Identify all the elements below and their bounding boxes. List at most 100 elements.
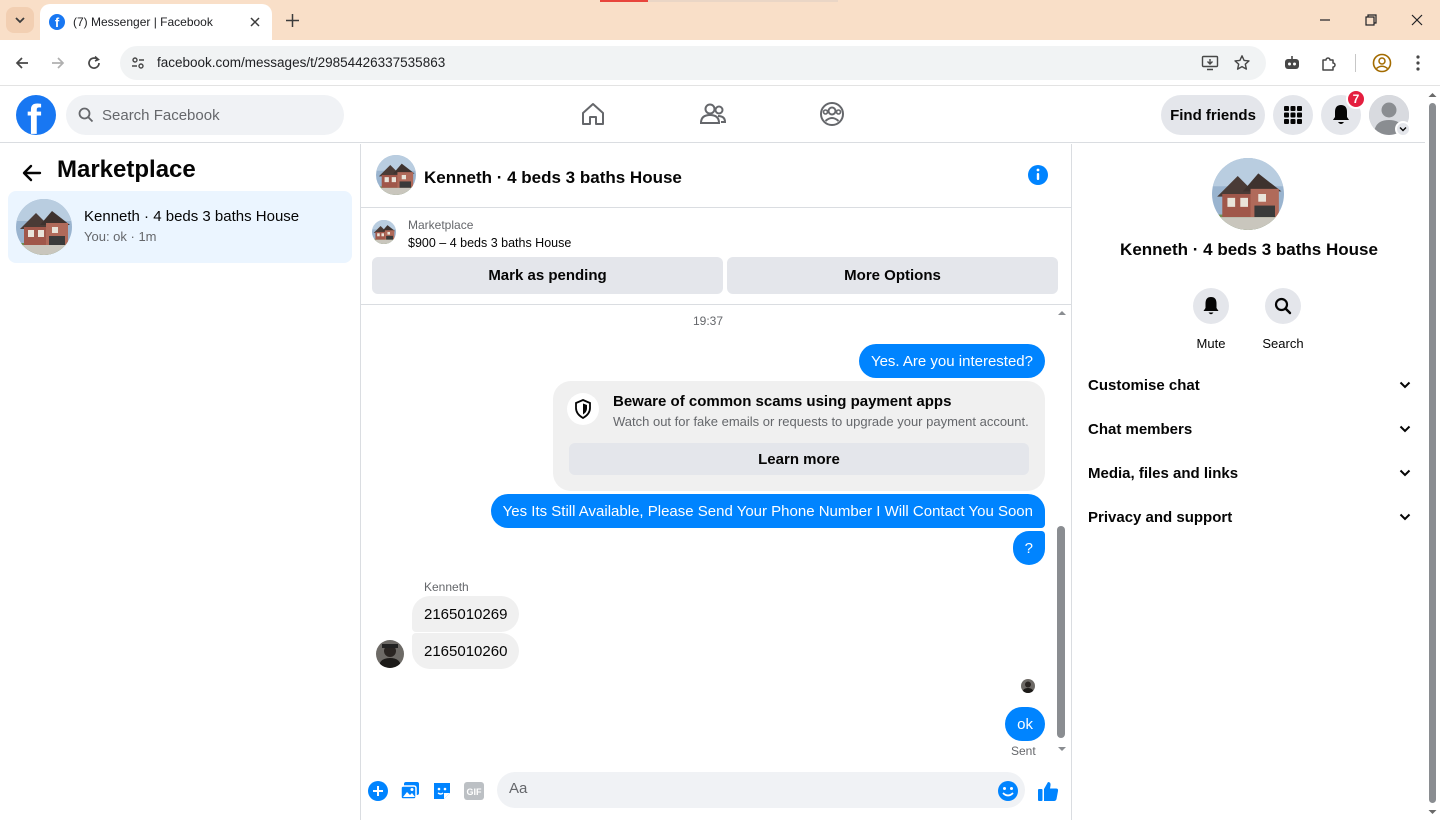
conversation-item-kenneth[interactable]: Kenneth · 4 beds 3 baths House You: ok ·… — [8, 191, 352, 263]
chevron-down-icon — [1399, 381, 1411, 389]
install-app-icon[interactable] — [1200, 53, 1220, 73]
message-thread: 19:37 Yes. Are you interested? Beware of… — [361, 306, 1071, 764]
thread-scrollbar[interactable] — [1055, 306, 1069, 758]
learn-more-button[interactable]: Learn more — [569, 443, 1029, 475]
address-bar[interactable]: facebook.com/messages/t/2985442633753586… — [120, 46, 1266, 80]
search-icon — [1274, 297, 1292, 315]
friends-nav-button[interactable] — [698, 99, 728, 129]
message-bubble-outgoing[interactable]: ok — [1005, 707, 1045, 741]
facebook-favicon-icon: f — [49, 14, 65, 30]
info-icon[interactable] — [1027, 164, 1049, 186]
mute-action[interactable]: Mute — [1183, 288, 1239, 351]
notification-count-badge: 7 — [1346, 89, 1366, 109]
facebook-search-input[interactable] — [102, 106, 322, 124]
section-chat-members[interactable]: Chat members — [1088, 407, 1412, 451]
facebook-logo-icon[interactable]: f — [16, 95, 56, 135]
arrow-right-icon — [52, 57, 65, 69]
home-nav-button[interactable] — [578, 99, 608, 129]
page-scrollbar[interactable] — [1425, 87, 1440, 820]
tab-strip-indicator — [600, 0, 648, 2]
message-bubble-outgoing[interactable]: ? — [1012, 531, 1045, 565]
tab-close-button[interactable] — [246, 13, 264, 31]
close-window-button[interactable] — [1394, 0, 1440, 40]
bookmark-star-icon[interactable] — [1232, 53, 1252, 73]
back-button[interactable] — [8, 49, 36, 77]
browser-menu-icon[interactable] — [1407, 52, 1429, 74]
sticker-button[interactable] — [430, 779, 454, 803]
restore-window-button[interactable] — [1348, 0, 1394, 40]
section-media-files-links[interactable]: Media, files and links — [1088, 451, 1412, 495]
forward-button[interactable] — [44, 49, 72, 77]
arrow-left-icon — [22, 164, 42, 182]
minimize-window-button[interactable] — [1302, 0, 1348, 40]
chevron-down-icon — [1399, 425, 1411, 433]
scam-warning-description: Watch out for fake emails or requests to… — [613, 414, 1029, 429]
shield-icon — [567, 393, 599, 425]
back-to-inbox-button[interactable] — [18, 159, 46, 187]
reload-button[interactable] — [80, 49, 108, 77]
search-in-conversation-action[interactable]: Search — [1255, 288, 1311, 351]
scroll-down-arrow-icon[interactable] — [1055, 744, 1069, 754]
listing-thumbnail[interactable] — [372, 220, 396, 244]
scroll-down-arrow-icon[interactable] — [1425, 807, 1440, 817]
tab-search-button[interactable] — [6, 7, 34, 33]
message-status: Sent — [1011, 744, 1036, 758]
groups-nav-button[interactable] — [817, 99, 847, 129]
listing-price-title[interactable]: $900 – 4 beds 3 baths House — [408, 236, 571, 250]
chat-info-avatar[interactable] — [1212, 158, 1284, 230]
message-input-box[interactable] — [497, 772, 1025, 808]
section-privacy-support[interactable]: Privacy and support — [1088, 495, 1412, 539]
message-bubble-incoming[interactable]: 2165010269 — [412, 596, 520, 632]
scroll-up-arrow-icon[interactable] — [1055, 308, 1069, 318]
section-customise-chat[interactable]: Customise chat — [1088, 363, 1412, 407]
find-friends-button[interactable]: Find friends — [1161, 95, 1265, 135]
assistant-extension-icon[interactable] — [1281, 52, 1303, 74]
reload-icon — [88, 55, 100, 69]
new-tab-button[interactable] — [282, 10, 302, 30]
attach-photo-button[interactable] — [398, 779, 422, 803]
section-label: Customise chat — [1088, 376, 1200, 394]
close-icon — [1411, 14, 1423, 26]
minimize-icon — [1320, 19, 1330, 21]
chevron-down-icon — [15, 17, 25, 24]
browser-toolbar: facebook.com/messages/t/2985442633753586… — [0, 40, 1440, 86]
panel-title: Marketplace — [57, 156, 196, 183]
page-scrollbar-thumb[interactable] — [1429, 103, 1436, 803]
emoji-icon[interactable] — [997, 780, 1019, 802]
more-options-button[interactable]: More Options — [727, 257, 1058, 294]
section-label: Privacy and support — [1088, 508, 1233, 526]
message-bubble-outgoing[interactable]: Yes Its Still Available, Please Send You… — [490, 494, 1045, 528]
gif-button[interactable]: GIF — [462, 779, 486, 803]
message-composer: GIF — [361, 766, 1071, 820]
extensions-puzzle-icon[interactable] — [1318, 52, 1340, 74]
chat-header-avatar[interactable] — [376, 155, 416, 195]
message-bubble-incoming[interactable]: 2165010260 — [412, 633, 520, 669]
chat-title[interactable]: Kenneth · 4 beds 3 baths House — [424, 168, 682, 188]
sender-avatar[interactable] — [376, 640, 404, 668]
chevron-down-icon — [1399, 513, 1411, 521]
menu-grid-button[interactable] — [1273, 95, 1313, 135]
mark-as-pending-button[interactable]: Mark as pending — [372, 257, 723, 294]
bell-icon — [1203, 297, 1219, 315]
conversation-snippet: You: ok · 1m — [84, 229, 157, 244]
search-icon — [78, 107, 94, 123]
message-input[interactable] — [509, 780, 979, 797]
account-menu-chevron[interactable] — [1395, 121, 1411, 137]
message-bubble-outgoing[interactable]: Yes. Are you interested? — [858, 344, 1045, 378]
facebook-search-box[interactable] — [66, 95, 344, 135]
site-info-icon[interactable] — [128, 53, 148, 73]
more-actions-button[interactable] — [366, 779, 390, 803]
listing-house-avatar — [16, 199, 72, 255]
send-like-button[interactable] — [1036, 779, 1060, 803]
search-label: Search — [1262, 336, 1304, 351]
arrow-left-icon — [15, 57, 28, 69]
url-text: facebook.com/messages/t/2985442633753586… — [157, 55, 446, 70]
scroll-up-arrow-icon[interactable] — [1425, 90, 1440, 100]
browser-profile-icon[interactable] — [1371, 52, 1393, 74]
chat-header: Kenneth · 4 beds 3 baths House — [361, 144, 1071, 208]
browser-tab-messenger[interactable]: f (7) Messenger | Facebook — [40, 4, 272, 40]
conversation-list-panel: Marketplace Kenneth · 4 beds 3 baths Hou… — [0, 144, 361, 820]
close-icon — [250, 17, 260, 27]
thread-scrollbar-thumb[interactable] — [1057, 526, 1065, 738]
plus-circle-icon — [368, 781, 388, 801]
